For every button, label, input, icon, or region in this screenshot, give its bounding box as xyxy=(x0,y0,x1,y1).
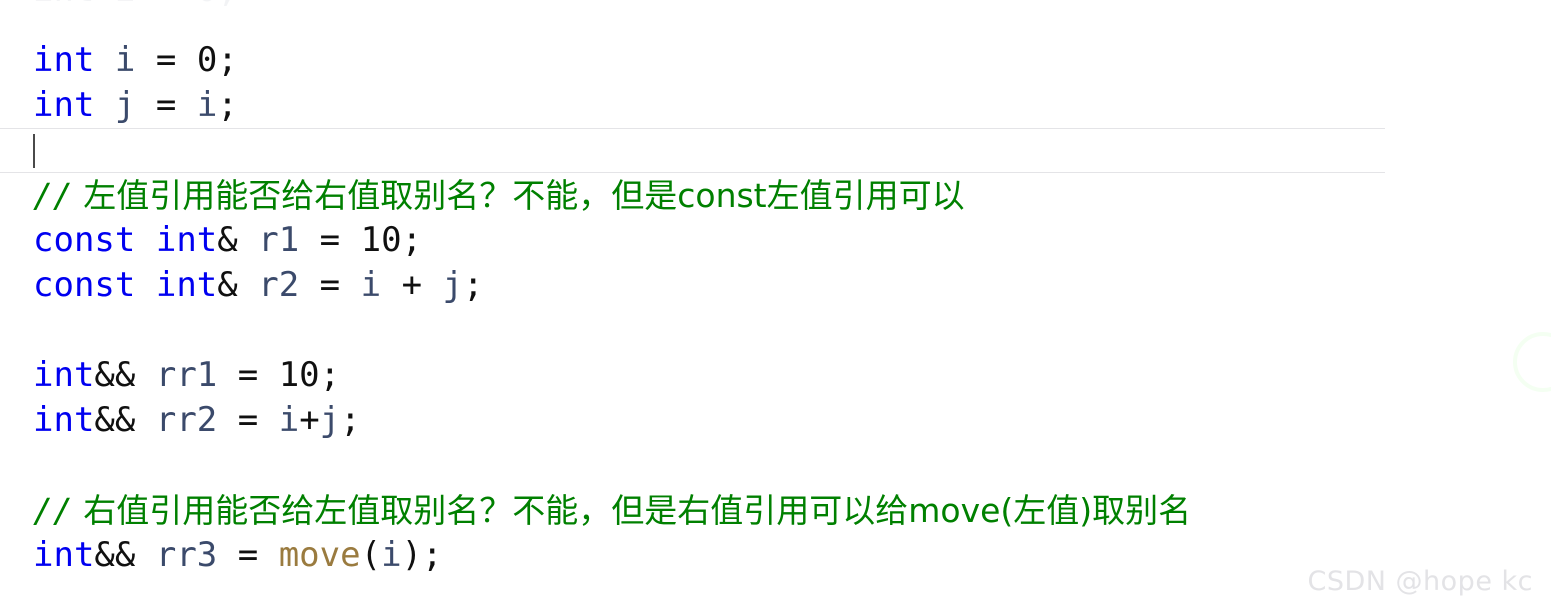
assign-operator: = xyxy=(217,400,279,440)
keyword-int: int xyxy=(155,265,218,305)
operand-i: i xyxy=(278,400,300,440)
function-move: move xyxy=(278,535,361,575)
semicolon: ; xyxy=(319,355,341,395)
operand-i: i xyxy=(360,265,382,305)
identifier-rr2: rr2 xyxy=(155,400,218,440)
keyword-int: int xyxy=(33,40,95,80)
active-empty-line[interactable] xyxy=(0,128,1551,173)
comment-line-lvalue[interactable]: // 左值引用能否给右值取别名？不能，但是const左值引用可以 xyxy=(0,173,1551,218)
code-line-int-j[interactable]: int j = i; xyxy=(0,83,1551,128)
double-ampersand-operator: && xyxy=(94,400,136,440)
number-literal: 10 xyxy=(360,220,402,260)
assign-operator: = xyxy=(299,265,361,305)
code-lines-container[interactable]: int i = 0; int j = i; // 左值引用能否给右值取别名？不能… xyxy=(0,38,1551,578)
identifier-j: j xyxy=(114,85,136,125)
plus-operator: + xyxy=(299,400,320,440)
comment-slashes: // xyxy=(33,491,73,530)
code-line-int-i[interactable]: int i = 0; xyxy=(0,38,1551,83)
keyword-const: const xyxy=(33,220,136,260)
blank-line[interactable] xyxy=(0,443,1551,488)
keyword-int: int xyxy=(33,400,95,440)
identifier-r1: r1 xyxy=(258,220,300,260)
operand-j: j xyxy=(442,265,463,305)
semicolon: ; xyxy=(217,40,238,80)
assign-operator: = xyxy=(135,85,197,125)
identifier-i: i xyxy=(114,40,136,80)
csdn-watermark: CSDN @hope kc xyxy=(1307,566,1533,597)
ampersand-operator: & xyxy=(217,220,238,260)
keyword-const: const xyxy=(33,265,136,305)
ampersand-operator: & xyxy=(217,265,238,305)
comment-text: 右值引用能否给左值取别名？不能，但是右值引用可以给move(左值)取别名 xyxy=(72,491,1192,530)
keyword-int: int xyxy=(33,85,95,125)
number-literal: 0 xyxy=(196,40,218,80)
keyword-int: int xyxy=(33,355,95,395)
ghost-text: int i = 0; xyxy=(33,0,238,8)
semicolon: ; xyxy=(340,400,361,440)
number-literal: 10 xyxy=(278,355,320,395)
assign-operator: = xyxy=(135,40,197,80)
comment-slashes: // xyxy=(33,176,73,215)
scrolled-off-line-remnant: int i = 0; xyxy=(0,0,1551,8)
left-paren: ( xyxy=(360,535,382,575)
code-line-const-r1[interactable]: const int& r1 = 10; xyxy=(0,218,1551,263)
right-paren: ) xyxy=(401,535,423,575)
assign-operator: = xyxy=(217,535,279,575)
identifier-r2: r2 xyxy=(258,265,300,305)
code-line-rr1[interactable]: int&& rr1 = 10; xyxy=(0,353,1551,398)
keyword-int: int xyxy=(33,535,95,575)
identifier-rr3: rr3 xyxy=(155,535,218,575)
operand-j: j xyxy=(319,400,341,440)
argument-i: i xyxy=(381,535,402,575)
semicolon: ; xyxy=(401,220,423,260)
identifier-rr1: rr1 xyxy=(155,355,218,395)
semicolon: ; xyxy=(422,535,443,575)
code-editor[interactable]: int i = 0; int i = 0; int j = i; // 左值引用… xyxy=(0,0,1551,607)
semicolon: ; xyxy=(463,265,484,305)
comment-line-rvalue[interactable]: // 右值引用能否给左值取别名？不能，但是右值引用可以给move(左值)取别名 xyxy=(0,488,1551,533)
assign-operator: = xyxy=(299,220,361,260)
code-line-const-r2[interactable]: const int& r2 = i + j; xyxy=(0,263,1551,308)
code-line-rr2[interactable]: int&& rr2 = i+j; xyxy=(0,398,1551,443)
semicolon: ; xyxy=(217,85,238,125)
keyword-int: int xyxy=(155,220,218,260)
comment-text: 左值引用能否给右值取别名？不能，但是const左值引用可以 xyxy=(72,176,965,215)
blank-line[interactable] xyxy=(0,308,1551,353)
assign-operator: = xyxy=(217,355,279,395)
double-ampersand-operator: && xyxy=(94,355,136,395)
double-ampersand-operator: && xyxy=(94,535,136,575)
identifier-i: i xyxy=(196,85,218,125)
plus-operator: + xyxy=(381,265,443,305)
text-cursor xyxy=(33,134,35,168)
